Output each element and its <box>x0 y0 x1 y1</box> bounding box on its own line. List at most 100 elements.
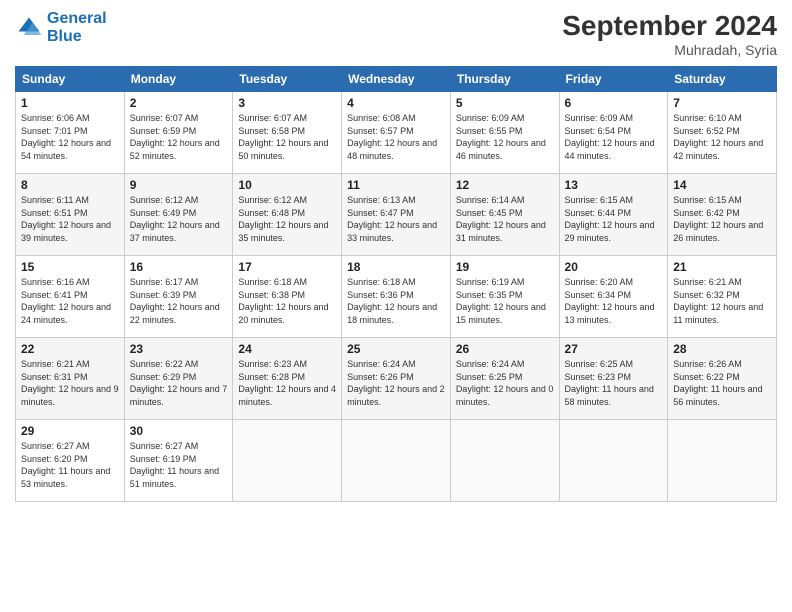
col-header-saturday: Saturday <box>668 67 777 92</box>
day-number: 10 <box>238 178 336 192</box>
logo-line2: Blue <box>47 28 107 46</box>
calendar-cell: 19 Sunrise: 6:19 AM Sunset: 6:35 PM Dayl… <box>450 256 559 338</box>
day-info: Sunrise: 6:20 AM Sunset: 6:34 PM Dayligh… <box>565 276 663 326</box>
calendar-week-4: 29 Sunrise: 6:27 AM Sunset: 6:20 PM Dayl… <box>16 420 777 502</box>
subtitle: Muhradah, Syria <box>562 42 777 58</box>
calendar-cell <box>450 420 559 502</box>
day-number: 11 <box>347 178 445 192</box>
day-info: Sunrise: 6:24 AM Sunset: 6:25 PM Dayligh… <box>456 358 554 408</box>
calendar-cell: 14 Sunrise: 6:15 AM Sunset: 6:42 PM Dayl… <box>668 174 777 256</box>
day-number: 28 <box>673 342 771 356</box>
day-info: Sunrise: 6:14 AM Sunset: 6:45 PM Dayligh… <box>456 194 554 244</box>
calendar-cell: 10 Sunrise: 6:12 AM Sunset: 6:48 PM Dayl… <box>233 174 342 256</box>
day-info: Sunrise: 6:25 AM Sunset: 6:23 PM Dayligh… <box>565 358 663 408</box>
calendar-cell: 30 Sunrise: 6:27 AM Sunset: 6:19 PM Dayl… <box>124 420 233 502</box>
header: General Blue September 2024 Muhradah, Sy… <box>15 10 777 58</box>
day-info: Sunrise: 6:12 AM Sunset: 6:49 PM Dayligh… <box>130 194 228 244</box>
day-info: Sunrise: 6:23 AM Sunset: 6:28 PM Dayligh… <box>238 358 336 408</box>
day-info: Sunrise: 6:15 AM Sunset: 6:44 PM Dayligh… <box>565 194 663 244</box>
day-number: 19 <box>456 260 554 274</box>
calendar-cell: 8 Sunrise: 6:11 AM Sunset: 6:51 PM Dayli… <box>16 174 125 256</box>
day-number: 24 <box>238 342 336 356</box>
col-header-monday: Monday <box>124 67 233 92</box>
calendar-cell: 24 Sunrise: 6:23 AM Sunset: 6:28 PM Dayl… <box>233 338 342 420</box>
day-info: Sunrise: 6:13 AM Sunset: 6:47 PM Dayligh… <box>347 194 445 244</box>
day-info: Sunrise: 6:21 AM Sunset: 6:32 PM Dayligh… <box>673 276 771 326</box>
day-number: 26 <box>456 342 554 356</box>
calendar-header-row: SundayMondayTuesdayWednesdayThursdayFrid… <box>16 67 777 92</box>
day-number: 3 <box>238 96 336 110</box>
calendar-cell: 18 Sunrise: 6:18 AM Sunset: 6:36 PM Dayl… <box>342 256 451 338</box>
col-header-friday: Friday <box>559 67 668 92</box>
calendar-cell: 25 Sunrise: 6:24 AM Sunset: 6:26 PM Dayl… <box>342 338 451 420</box>
calendar-week-2: 15 Sunrise: 6:16 AM Sunset: 6:41 PM Dayl… <box>16 256 777 338</box>
day-info: Sunrise: 6:08 AM Sunset: 6:57 PM Dayligh… <box>347 112 445 162</box>
day-info: Sunrise: 6:27 AM Sunset: 6:20 PM Dayligh… <box>21 440 119 490</box>
day-number: 23 <box>130 342 228 356</box>
day-number: 20 <box>565 260 663 274</box>
day-number: 30 <box>130 424 228 438</box>
day-number: 4 <box>347 96 445 110</box>
day-number: 2 <box>130 96 228 110</box>
day-number: 12 <box>456 178 554 192</box>
calendar-week-0: 1 Sunrise: 6:06 AM Sunset: 7:01 PM Dayli… <box>16 92 777 174</box>
calendar-cell: 13 Sunrise: 6:15 AM Sunset: 6:44 PM Dayl… <box>559 174 668 256</box>
logo-text: General Blue <box>47 10 107 45</box>
calendar-cell: 7 Sunrise: 6:10 AM Sunset: 6:52 PM Dayli… <box>668 92 777 174</box>
day-info: Sunrise: 6:15 AM Sunset: 6:42 PM Dayligh… <box>673 194 771 244</box>
calendar-cell <box>668 420 777 502</box>
calendar-cell: 2 Sunrise: 6:07 AM Sunset: 6:59 PM Dayli… <box>124 92 233 174</box>
calendar-cell: 3 Sunrise: 6:07 AM Sunset: 6:58 PM Dayli… <box>233 92 342 174</box>
title-block: September 2024 Muhradah, Syria <box>562 10 777 58</box>
day-info: Sunrise: 6:18 AM Sunset: 6:36 PM Dayligh… <box>347 276 445 326</box>
calendar-cell: 5 Sunrise: 6:09 AM Sunset: 6:55 PM Dayli… <box>450 92 559 174</box>
day-number: 15 <box>21 260 119 274</box>
calendar-week-3: 22 Sunrise: 6:21 AM Sunset: 6:31 PM Dayl… <box>16 338 777 420</box>
calendar-week-1: 8 Sunrise: 6:11 AM Sunset: 6:51 PM Dayli… <box>16 174 777 256</box>
calendar-cell: 16 Sunrise: 6:17 AM Sunset: 6:39 PM Dayl… <box>124 256 233 338</box>
day-number: 17 <box>238 260 336 274</box>
day-number: 9 <box>130 178 228 192</box>
day-number: 13 <box>565 178 663 192</box>
day-info: Sunrise: 6:07 AM Sunset: 6:59 PM Dayligh… <box>130 112 228 162</box>
calendar-cell: 17 Sunrise: 6:18 AM Sunset: 6:38 PM Dayl… <box>233 256 342 338</box>
day-info: Sunrise: 6:12 AM Sunset: 6:48 PM Dayligh… <box>238 194 336 244</box>
calendar-cell: 6 Sunrise: 6:09 AM Sunset: 6:54 PM Dayli… <box>559 92 668 174</box>
calendar-cell: 23 Sunrise: 6:22 AM Sunset: 6:29 PM Dayl… <box>124 338 233 420</box>
day-info: Sunrise: 6:21 AM Sunset: 6:31 PM Dayligh… <box>21 358 119 408</box>
day-number: 22 <box>21 342 119 356</box>
calendar-cell: 21 Sunrise: 6:21 AM Sunset: 6:32 PM Dayl… <box>668 256 777 338</box>
calendar-cell <box>233 420 342 502</box>
day-number: 16 <box>130 260 228 274</box>
day-number: 29 <box>21 424 119 438</box>
day-info: Sunrise: 6:22 AM Sunset: 6:29 PM Dayligh… <box>130 358 228 408</box>
calendar-cell: 15 Sunrise: 6:16 AM Sunset: 6:41 PM Dayl… <box>16 256 125 338</box>
logo-icon <box>15 14 43 42</box>
calendar-cell: 29 Sunrise: 6:27 AM Sunset: 6:20 PM Dayl… <box>16 420 125 502</box>
day-number: 6 <box>565 96 663 110</box>
day-info: Sunrise: 6:09 AM Sunset: 6:55 PM Dayligh… <box>456 112 554 162</box>
day-info: Sunrise: 6:10 AM Sunset: 6:52 PM Dayligh… <box>673 112 771 162</box>
calendar-cell: 12 Sunrise: 6:14 AM Sunset: 6:45 PM Dayl… <box>450 174 559 256</box>
day-number: 5 <box>456 96 554 110</box>
day-info: Sunrise: 6:11 AM Sunset: 6:51 PM Dayligh… <box>21 194 119 244</box>
day-number: 18 <box>347 260 445 274</box>
calendar-cell <box>559 420 668 502</box>
day-number: 14 <box>673 178 771 192</box>
calendar-cell: 1 Sunrise: 6:06 AM Sunset: 7:01 PM Dayli… <box>16 92 125 174</box>
day-info: Sunrise: 6:16 AM Sunset: 6:41 PM Dayligh… <box>21 276 119 326</box>
col-header-thursday: Thursday <box>450 67 559 92</box>
calendar-cell: 4 Sunrise: 6:08 AM Sunset: 6:57 PM Dayli… <box>342 92 451 174</box>
logo-line1: General <box>47 10 107 27</box>
calendar-cell: 20 Sunrise: 6:20 AM Sunset: 6:34 PM Dayl… <box>559 256 668 338</box>
day-number: 1 <box>21 96 119 110</box>
calendar-cell: 22 Sunrise: 6:21 AM Sunset: 6:31 PM Dayl… <box>16 338 125 420</box>
day-info: Sunrise: 6:07 AM Sunset: 6:58 PM Dayligh… <box>238 112 336 162</box>
main-title: September 2024 <box>562 10 777 42</box>
day-number: 8 <box>21 178 119 192</box>
col-header-sunday: Sunday <box>16 67 125 92</box>
day-info: Sunrise: 6:18 AM Sunset: 6:38 PM Dayligh… <box>238 276 336 326</box>
day-number: 21 <box>673 260 771 274</box>
calendar-cell <box>342 420 451 502</box>
logo: General Blue <box>15 10 107 45</box>
